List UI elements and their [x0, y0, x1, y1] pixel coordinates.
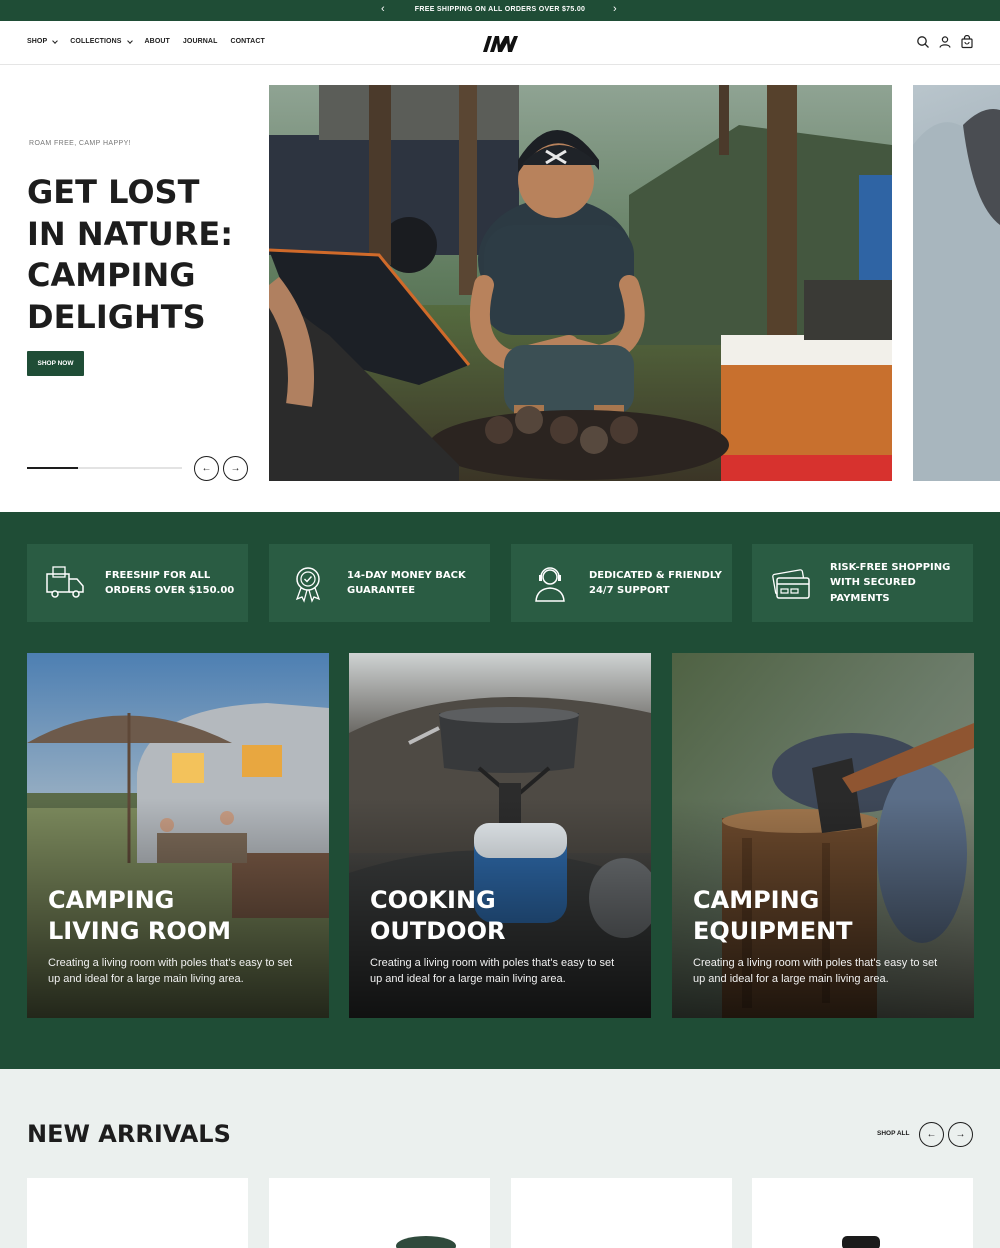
- nav-item-about[interactable]: ABOUT: [145, 38, 170, 45]
- hero-slide-progress: [27, 467, 182, 469]
- product-card[interactable]: [27, 1178, 248, 1248]
- nav-label: ABOUT: [144, 38, 170, 45]
- product-image: [396, 1236, 456, 1248]
- shop-now-button[interactable]: SHOP NOW: [27, 351, 84, 376]
- site-header: SHOP COLLECTIONS ABOUT JOURNAL CONTACT: [0, 21, 1000, 65]
- announcement-next-button[interactable]: ›: [613, 3, 617, 15]
- category-title: CAMPING LIVING ROOM: [48, 886, 232, 945]
- announcement-bar: ‹ FREE SHIPPING ON ALL ORDERS OVER $75.0…: [0, 0, 1000, 21]
- arrivals-next-button[interactable]: →: [948, 1122, 973, 1147]
- award-badge-icon: [295, 567, 321, 603]
- nav-item-contact[interactable]: CONTACT: [230, 38, 264, 45]
- product-card[interactable]: [269, 1178, 490, 1248]
- delivery-truck-icon: [46, 566, 84, 598]
- feature-free-shipping: FREESHIP FOR ALL ORDERS OVER $150.00: [27, 544, 248, 622]
- hero-image: [269, 85, 892, 481]
- feature-secure-payments: RISK-FREE SHOPPING WITH SECURED PAYMENTS: [752, 544, 973, 622]
- hero-prev-button[interactable]: ←: [194, 456, 219, 481]
- nav-item-journal[interactable]: JOURNAL: [183, 38, 218, 45]
- feature-text: 14-DAY MONEY BACK GUARANTEE: [347, 569, 466, 597]
- hero-next-slide-preview: [913, 85, 1000, 481]
- product-card[interactable]: [511, 1178, 732, 1248]
- product-image: [842, 1236, 880, 1248]
- feature-support: DEDICATED & FRIENDLY 24/7 SUPPORT: [511, 544, 732, 622]
- chevron-down-icon: [126, 37, 133, 44]
- chevron-down-icon: [52, 37, 59, 44]
- search-icon[interactable]: [916, 35, 930, 49]
- feature-money-back: 14-DAY MONEY BACK GUARANTEE: [269, 544, 490, 622]
- category-description: Creating a living room with poles that's…: [693, 957, 938, 985]
- cart-icon[interactable]: [960, 34, 974, 49]
- credit-card-icon: [772, 569, 810, 599]
- arrivals-prev-button[interactable]: ←: [919, 1122, 944, 1147]
- progress-fill: [27, 467, 79, 469]
- nav-label: JOURNAL: [182, 38, 218, 45]
- nav-label: COLLECTIONS: [70, 38, 122, 45]
- support-agent-icon: [535, 567, 565, 602]
- product-card[interactable]: [752, 1178, 973, 1248]
- main-nav: SHOP COLLECTIONS ABOUT JOURNAL CONTACT: [27, 37, 265, 45]
- category-description: Creating a living room with poles that's…: [48, 957, 293, 985]
- hero-title: GET LOST IN NATURE: CAMPING DELIGHTS: [27, 173, 233, 336]
- feature-text: FREESHIP FOR ALL ORDERS OVER $150.00: [105, 569, 235, 597]
- hero-next-button[interactable]: →: [223, 456, 248, 481]
- announcement-text: FREE SHIPPING ON ALL ORDERS OVER $75.00: [414, 6, 586, 13]
- feature-text: DEDICATED & FRIENDLY 24/7 SUPPORT: [589, 569, 722, 597]
- category-card-cooking-outdoor[interactable]: COOKING OUTDOOR Creating a living room w…: [349, 653, 651, 1018]
- category-title: COOKING OUTDOOR: [370, 886, 506, 945]
- nav-label: SHOP: [27, 38, 48, 45]
- category-description: Creating a living room with poles that's…: [370, 957, 615, 985]
- category-card-living-room[interactable]: CAMPING LIVING ROOM Creating a living ro…: [27, 653, 329, 1018]
- nav-label: CONTACT: [230, 38, 265, 45]
- hero-eyebrow: ROAM FREE, CAMP HAPPY!: [29, 140, 132, 147]
- account-icon[interactable]: [938, 35, 952, 49]
- feature-text: RISK-FREE SHOPPING WITH SECURED PAYMENTS: [830, 561, 951, 604]
- new-arrivals-title: NEW ARRIVALS: [27, 1120, 231, 1148]
- shop-all-link[interactable]: SHOP ALL: [877, 1130, 910, 1137]
- nav-item-shop[interactable]: SHOP: [27, 37, 59, 45]
- brand-logo[interactable]: [481, 33, 519, 53]
- category-title: CAMPING EQUIPMENT: [693, 886, 853, 945]
- nav-item-collections[interactable]: COLLECTIONS: [70, 37, 133, 45]
- header-icons: [916, 34, 974, 49]
- category-card-camping-equipment[interactable]: CAMPING EQUIPMENT Creating a living room…: [672, 653, 974, 1018]
